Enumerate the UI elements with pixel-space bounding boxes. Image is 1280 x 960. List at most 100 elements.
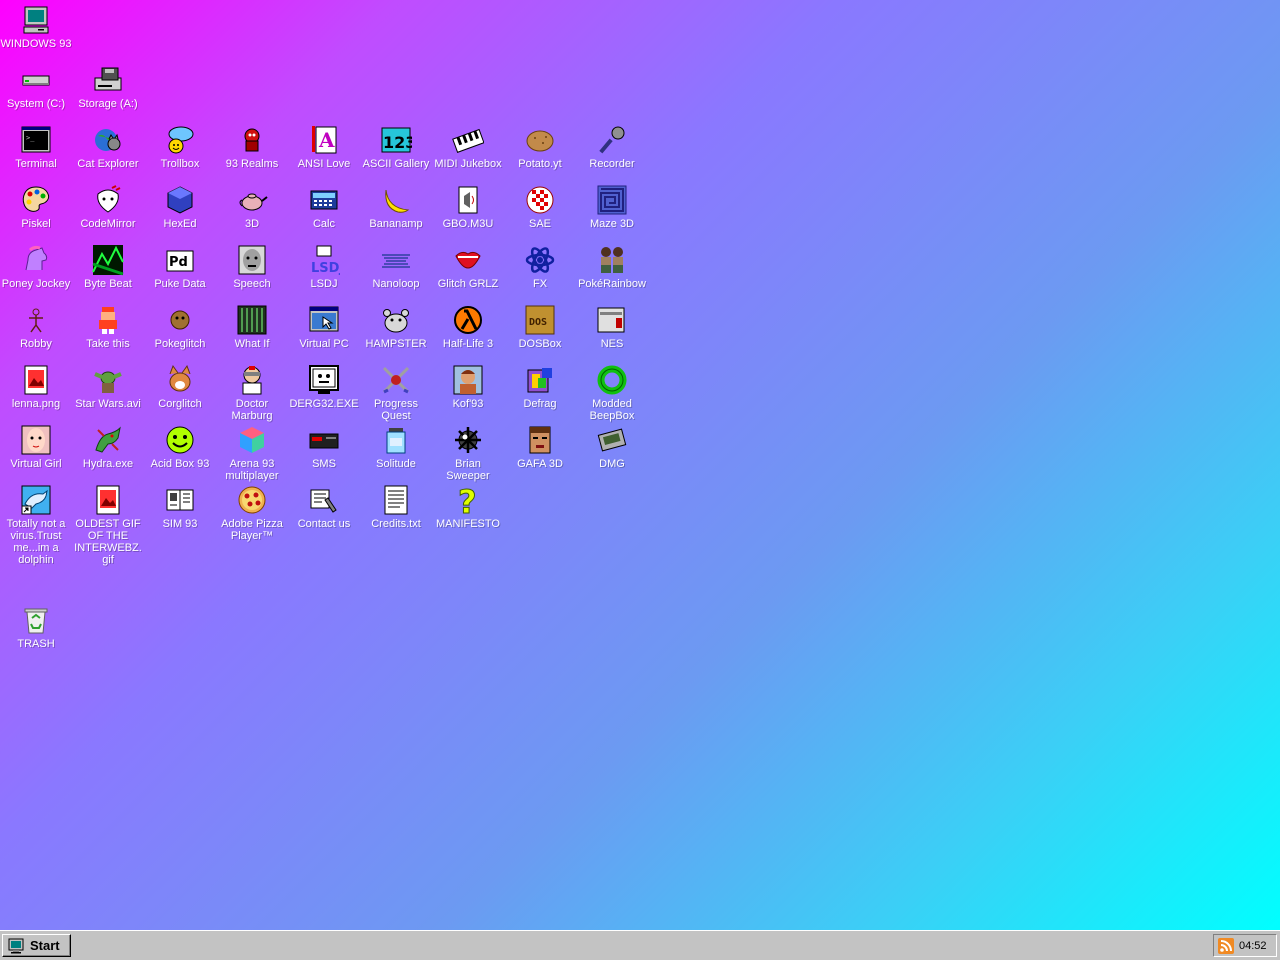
desktop-icon-contact-us[interactable]: Contact us <box>288 484 360 530</box>
desktop-icon-sae[interactable]: SAE <box>504 184 576 230</box>
desktop-icon-dmg[interactable]: DMG <box>576 424 648 470</box>
desktop-icon-robby[interactable]: Robby <box>0 304 72 350</box>
desktop-icon-label: Nanoloop <box>372 278 420 290</box>
desktop-icon-fx[interactable]: FX <box>504 244 576 290</box>
desktop-icon-virtual-pc[interactable]: Virtual PC <box>288 304 360 350</box>
jar-icon <box>380 424 412 456</box>
marine-face-icon <box>524 424 556 456</box>
desktop-icon-oldest-gif-of-the-interwebz-gif[interactable]: OLDEST GIF OF THE INTERWEBZ.gif <box>72 484 144 566</box>
desktop-icon-hampster[interactable]: HAMPSTER <box>360 304 432 350</box>
desktop-icon-derg32-exe[interactable]: DERG32.EXE <box>288 364 360 410</box>
desktop-icon-system-c[interactable]: System (C:) <box>0 64 72 110</box>
desktop-icon-what-if[interactable]: What If <box>216 304 288 350</box>
desktop-icon-midi-jukebox[interactable]: MIDI Jukebox <box>432 124 504 170</box>
desktop-icon-piskel[interactable]: Piskel <box>0 184 72 230</box>
desktop-icon-93-realms[interactable]: 93 Realms <box>216 124 288 170</box>
desktop-icon-nanoloop[interactable]: Nanoloop <box>360 244 432 290</box>
desktop-icon-adobe-pizza-player[interactable]: Adobe Pizza Player™ <box>216 484 288 542</box>
start-button[interactable]: Start <box>2 934 71 957</box>
desktop-icon-calc[interactable]: Calc <box>288 184 360 230</box>
desktop-icon-recorder[interactable]: Recorder <box>576 124 648 170</box>
desktop-icon-label: Defrag <box>523 398 557 410</box>
desktop-icon-gafa-3d[interactable]: GAFA 3D <box>504 424 576 470</box>
desktop-icon-label: Pokeglitch <box>154 338 206 350</box>
desktop-icon-manifesto[interactable]: ? MANIFESTO <box>432 484 504 530</box>
gif-file-icon <box>92 484 124 516</box>
desktop-icon-sms[interactable]: SMS <box>288 424 360 470</box>
palette-icon <box>20 184 52 216</box>
desktop-icon-label: Adobe Pizza Player™ <box>221 518 283 542</box>
desktop-icon-bananamp[interactable]: Bananamp <box>360 184 432 230</box>
girl-portrait-icon <box>20 424 52 456</box>
characters-icon <box>596 244 628 276</box>
desktop-icon-label: Bananamp <box>369 218 423 230</box>
desktop-icon-label: Corglitch <box>158 398 202 410</box>
desktop-icon-label: Take this <box>86 338 130 350</box>
desktop-icon-brian-sweeper[interactable]: Brian Sweeper <box>432 424 504 482</box>
desktop-icon-take-this[interactable]: Take this <box>72 304 144 350</box>
desktop-icon-puke-data[interactable]: Pd Puke Data <box>144 244 216 290</box>
desktop-icon-star-wars-avi[interactable]: Star Wars.avi <box>72 364 144 410</box>
desktop-icon-progress-quest[interactable]: Progress Quest <box>360 364 432 422</box>
dosbox-icon: DOS <box>524 304 556 336</box>
desktop-icon-label: NES <box>600 338 624 350</box>
desktop-icon-cat-explorer[interactable]: Cat Explorer <box>72 124 144 170</box>
desktop-icon-lenna-png[interactable]: lenna.png <box>0 364 72 410</box>
desktop-icon-kof-93[interactable]: Kof'93 <box>432 364 504 410</box>
desktop-icon-maze-3d[interactable]: Maze 3D <box>576 184 648 230</box>
desktop-icon-hydra-exe[interactable]: Hydra.exe <box>72 424 144 470</box>
desktop-icon-pokeglitch[interactable]: Pokeglitch <box>144 304 216 350</box>
desktop-icon-3d[interactable]: 3D <box>216 184 288 230</box>
desktop-icon-corglitch[interactable]: Corglitch <box>144 364 216 410</box>
desktop-icon-label: Doctor Marburg <box>231 398 273 422</box>
stick-figure-icon <box>20 304 52 336</box>
desktop-icon-terminal[interactable]: >_ Terminal <box>0 124 72 170</box>
desktop-icon-doctor-marburg[interactable]: Doctor Marburg <box>216 364 288 422</box>
desktop-icon-windows-93[interactable]: WINDOWS 93 <box>0 4 72 50</box>
lips-icon <box>452 244 484 276</box>
desktop-icon-dosbox[interactable]: DOS DOSBox <box>504 304 576 350</box>
desktop-icon-hexed[interactable]: HexEd <box>144 184 216 230</box>
desktop-icon-label: Speech <box>233 278 271 290</box>
svg-text:123: 123 <box>383 133 412 152</box>
desktop-icon-ansi-love[interactable]: A ANSI Love <box>288 124 360 170</box>
desktop-icon-trollbox[interactable]: Trollbox <box>144 124 216 170</box>
desktop-icon-virtual-girl[interactable]: Virtual Girl <box>0 424 72 470</box>
desktop-icon-defrag[interactable]: Defrag <box>504 364 576 410</box>
lsdj-icon: LSDJ <box>308 244 340 276</box>
desktop-icon-nes[interactable]: NES <box>576 304 648 350</box>
desktop-icon-label: Acid Box 93 <box>150 458 210 470</box>
desktop-icon-trash[interactable]: TRASH <box>0 604 72 650</box>
desktop-icon-speech[interactable]: Speech <box>216 244 288 290</box>
desktop-icon-pok-rainbow[interactable]: PokéRainbow <box>576 244 648 290</box>
desktop-icon-potato-yt[interactable]: Potato.yt <box>504 124 576 170</box>
desktop-icon-modded-beepbox[interactable]: Modded BeepBox <box>576 364 648 422</box>
yoda-icon <box>92 364 124 396</box>
terminal-icon: >_ <box>20 124 52 156</box>
desktop-icon-credits-txt[interactable]: Credits.txt <box>360 484 432 530</box>
book-icon <box>164 484 196 516</box>
desktop-icon-arena-93-multiplayer[interactable]: Arena 93 multiplayer <box>216 424 288 482</box>
floppy-drive-icon <box>92 64 124 96</box>
microphone-icon <box>596 124 628 156</box>
monitor-face-icon <box>308 364 340 396</box>
defrag-icon <box>524 364 556 396</box>
desktop-icon-byte-beat[interactable]: Byte Beat <box>72 244 144 290</box>
desktop-icon-gbo-m3u[interactable]: GBO.M3U <box>432 184 504 230</box>
desktop-icon-sim-93[interactable]: SIM 93 <box>144 484 216 530</box>
desktop-icon-acid-box-93[interactable]: Acid Box 93 <box>144 424 216 470</box>
desktop-icon-ascii-gallery[interactable]: 123 ASCII Gallery <box>360 124 432 170</box>
desktop-icon-label: Terminal <box>15 158 57 170</box>
desktop-icon-codemirror[interactable]: CodeMirror <box>72 184 144 230</box>
desktop-icon-storage-a[interactable]: Storage (A:) <box>72 64 144 110</box>
desktop-icon-poney-jockey[interactable]: Poney Jockey <box>0 244 72 290</box>
cube-icon <box>236 424 268 456</box>
rss-icon[interactable] <box>1218 937 1234 954</box>
desktop-icon-lsdj[interactable]: LSDJ LSDJ <box>288 244 360 290</box>
desktop-icon-glitch-grlz[interactable]: Glitch GRLZ <box>432 244 504 290</box>
desktop-icon-label: WINDOWS 93 <box>0 38 72 50</box>
desktop-icon-label: CodeMirror <box>80 218 136 230</box>
desktop-icon-half-life-3[interactable]: Half-Life 3 <box>432 304 504 350</box>
desktop-icon-solitude[interactable]: Solitude <box>360 424 432 470</box>
desktop-icon-totally-not-a-virus-trust-me-im-a-dolphi[interactable]: Totally not a virus.Trust me...im a dolp… <box>0 484 72 566</box>
